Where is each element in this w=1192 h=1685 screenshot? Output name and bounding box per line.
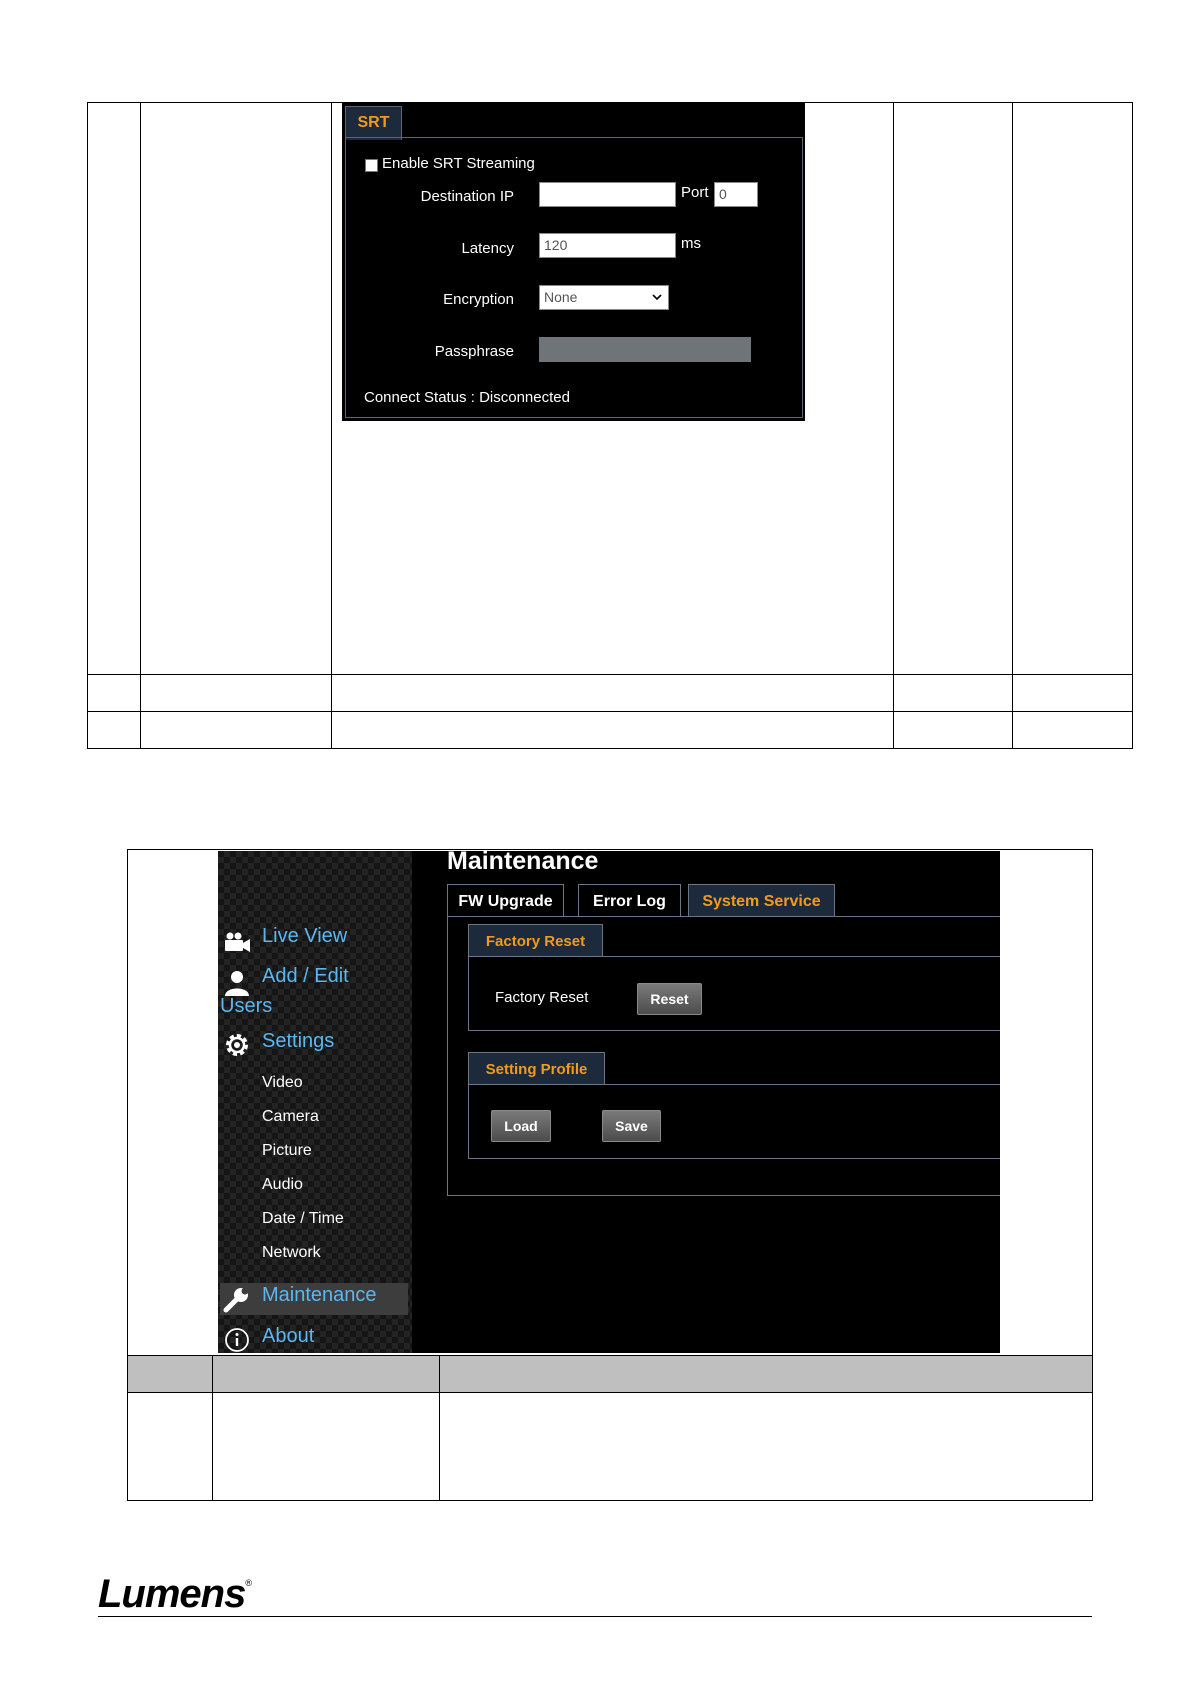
sidebar-subitem-video[interactable]: Video	[262, 1074, 303, 1092]
destination-ip-input[interactable]	[539, 182, 676, 207]
enable-srt-checkbox[interactable]	[365, 159, 378, 172]
destination-ip-label: Destination IP	[420, 188, 514, 205]
sidebar: Live View Add / Edit Users Settings Vide…	[218, 851, 412, 1353]
tab-error-log[interactable]: Error Log	[578, 884, 681, 917]
port-label: Port	[681, 184, 709, 201]
sidebar-item-maintenance[interactable]: Maintenance	[262, 1284, 377, 1307]
setting-profile-group-tab: Setting Profile	[468, 1052, 605, 1085]
reset-button[interactable]: Reset	[637, 983, 702, 1015]
load-button[interactable]: Load	[491, 1110, 551, 1142]
tab-srt[interactable]: SRT	[345, 106, 402, 140]
gear-icon	[226, 1034, 248, 1056]
sidebar-item-add-edit[interactable]: Add / Edit	[262, 965, 349, 988]
lumens-logo: Lumens®	[98, 1572, 252, 1616]
chevron-down-icon	[652, 294, 662, 301]
latency-unit: ms	[681, 235, 701, 252]
connect-status: Connect Status : Disconnected	[364, 389, 570, 406]
maintenance-screenshot: Live View Add / Edit Users Settings Vide…	[218, 851, 1000, 1353]
wrench-icon	[223, 1287, 249, 1313]
sidebar-subitem-picture[interactable]: Picture	[262, 1142, 312, 1160]
system-service-panel: Factory Reset Factory Reset Reset Settin…	[447, 916, 1000, 1196]
encryption-label: Encryption	[443, 291, 514, 308]
encryption-select-value: None	[544, 289, 578, 305]
video-camera-icon	[225, 932, 250, 952]
save-button[interactable]: Save	[602, 1110, 661, 1142]
factory-reset-label: Factory Reset	[495, 989, 589, 1006]
footer-divider	[98, 1616, 1092, 1617]
latency-label: Latency	[461, 240, 514, 257]
sidebar-item-users[interactable]: Users	[220, 995, 272, 1018]
page-title: Maintenance	[447, 851, 599, 875]
srt-settings-panel: SRT Enable SRT Streaming Destination IP …	[342, 103, 805, 421]
srt-panel-body	[345, 137, 803, 418]
sidebar-subitem-date-time[interactable]: Date / Time	[262, 1210, 344, 1228]
tab-fw-upgrade[interactable]: FW Upgrade	[447, 884, 564, 917]
enable-srt-label: Enable SRT Streaming	[382, 155, 535, 172]
passphrase-label: Passphrase	[434, 343, 514, 360]
encryption-select[interactable]: None	[539, 285, 669, 310]
port-input[interactable]: 0	[714, 182, 758, 207]
factory-reset-group-tab: Factory Reset	[468, 924, 603, 957]
info-icon	[225, 1328, 249, 1352]
registered-mark: ®	[245, 1578, 252, 1588]
sidebar-item-live-view[interactable]: Live View	[262, 925, 347, 948]
sidebar-item-settings[interactable]: Settings	[262, 1030, 334, 1053]
latency-input[interactable]: 120	[539, 233, 676, 258]
sidebar-subitem-audio[interactable]: Audio	[262, 1176, 303, 1194]
sidebar-item-about[interactable]: About	[262, 1325, 314, 1348]
passphrase-input[interactable]	[539, 337, 751, 362]
sidebar-subitem-camera[interactable]: Camera	[262, 1108, 319, 1126]
sidebar-subitem-network[interactable]: Network	[262, 1244, 321, 1262]
user-icon	[225, 971, 249, 996]
tab-system-service[interactable]: System Service	[688, 884, 835, 917]
